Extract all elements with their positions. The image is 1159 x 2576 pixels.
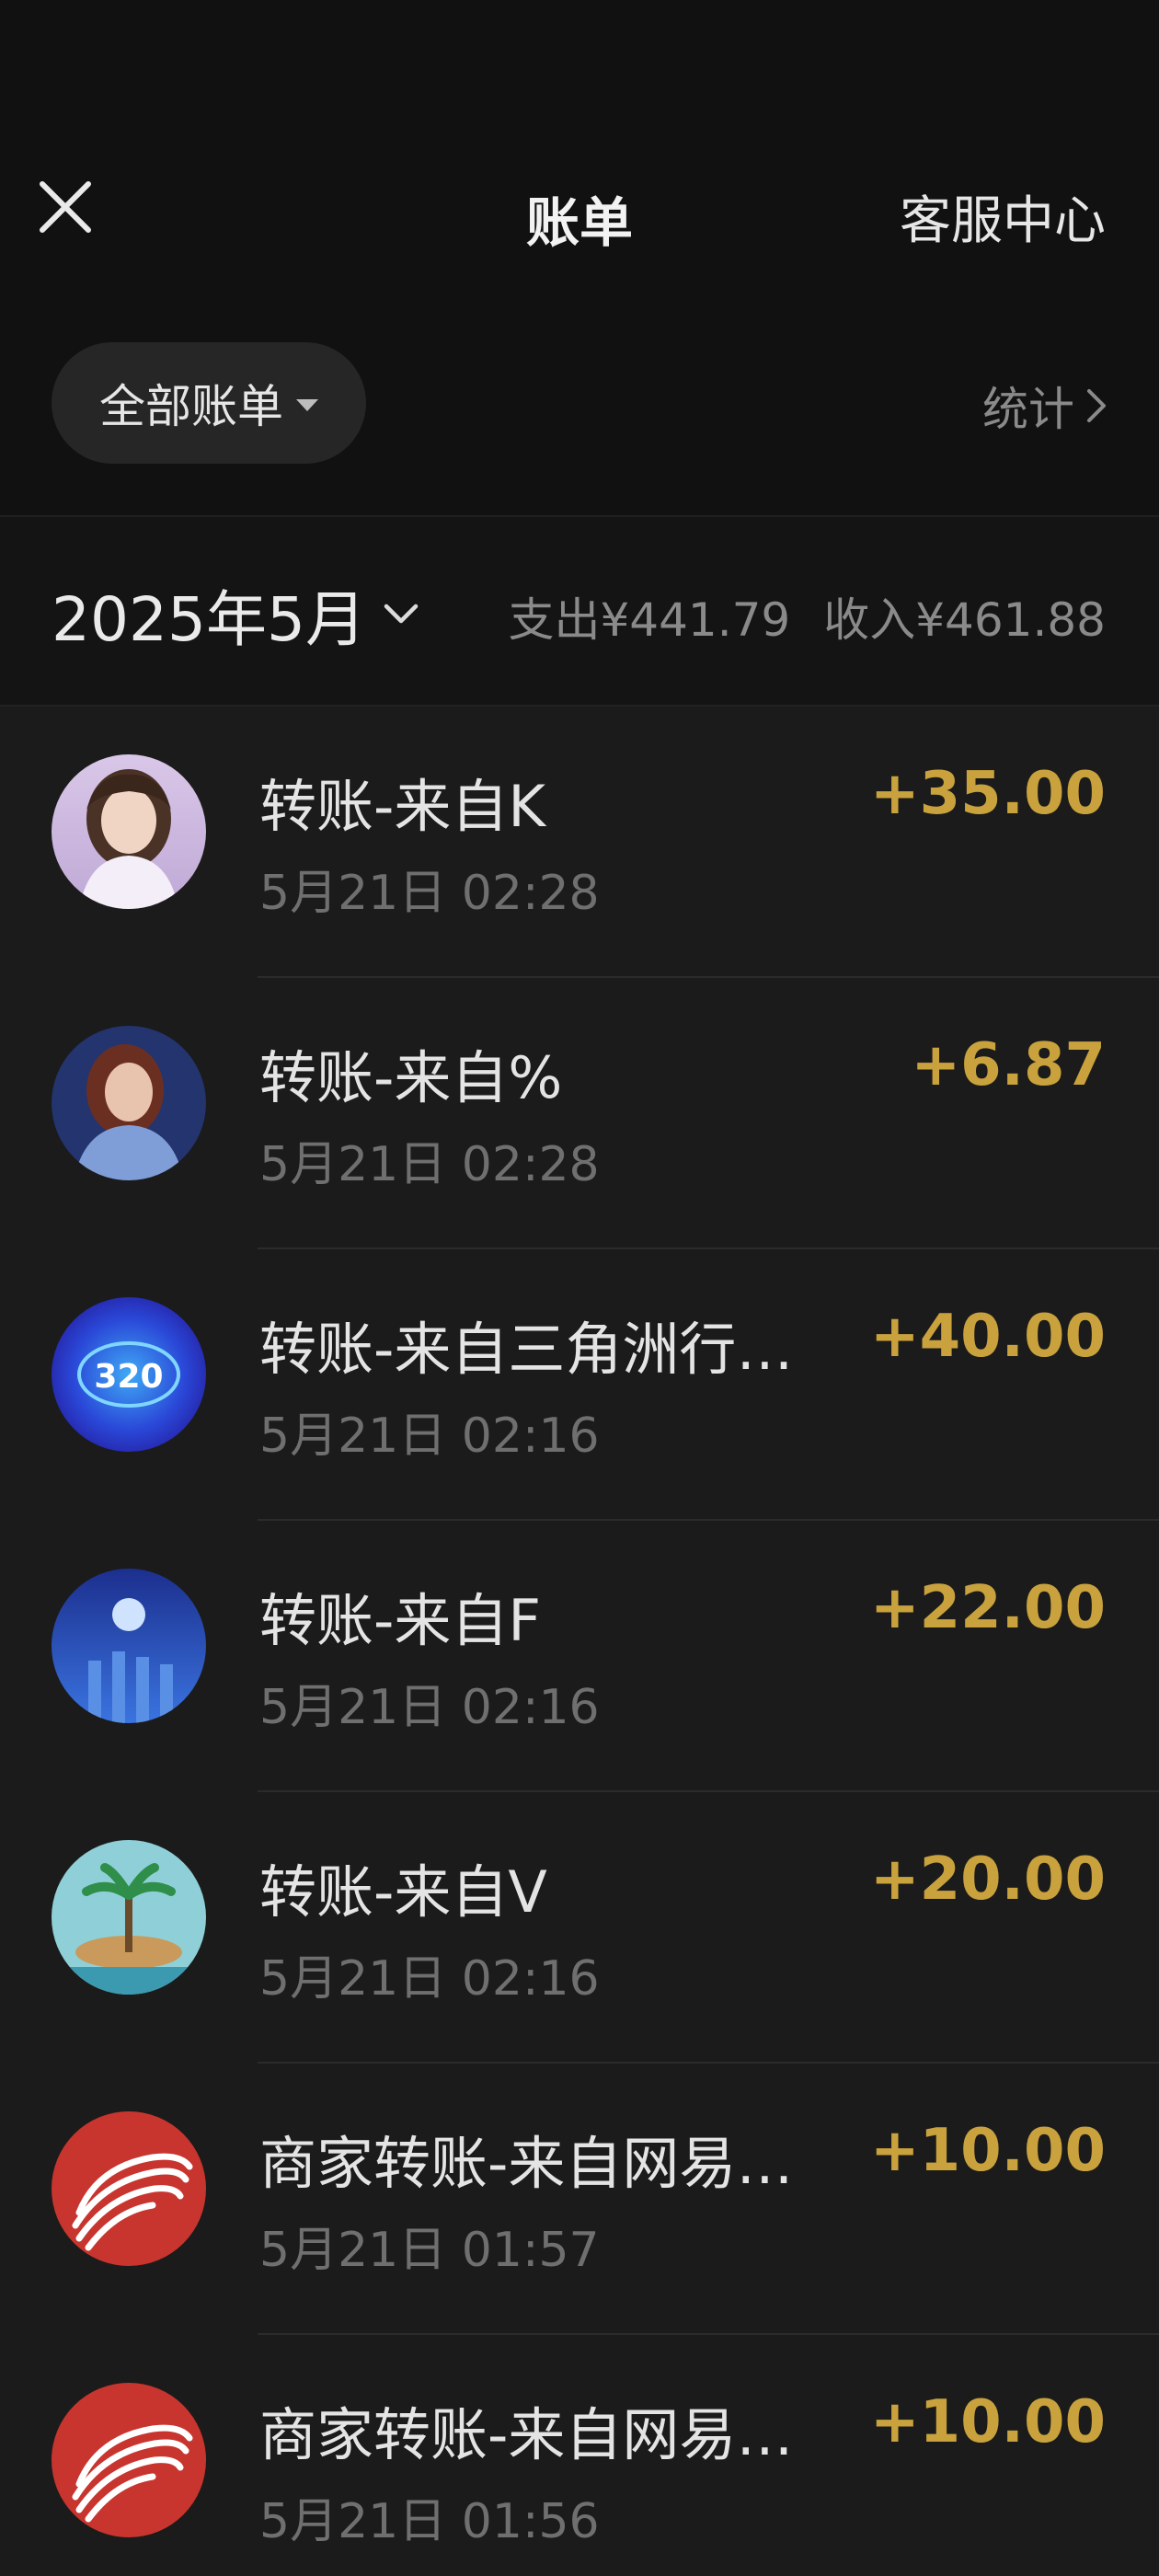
transaction-time: 5月21日 02:28 [259,1125,600,1194]
bill-filter-label: 全部账单 [99,370,283,436]
netease-logo-avatar [52,2111,206,2266]
portrait-woman-avatar [52,754,206,909]
blue-gauge-avatar: 320 [52,1297,206,1452]
transaction-amount: +10.00 [870,2388,1106,2456]
transaction-row[interactable]: 转账-来自% 5月21日 02:28 +6.87 [0,978,1159,1249]
caret-down-icon [296,399,318,411]
transaction-amount: +20.00 [870,1846,1106,1914]
transaction-row[interactable]: 商家转账-来自网易… 5月21日 01:56 +10.00 [0,2335,1159,2576]
chevron-down-icon [383,603,419,627]
transaction-list: 转账-来自K 5月21日 02:28 +35.00 转账-来自% 5月21日 0… [0,707,1159,2576]
statistics-link[interactable]: 统计 [982,373,1107,439]
night-moon-avatar [52,1569,206,1723]
transaction-time: 5月21日 02:16 [259,1668,600,1737]
transaction-time: 5月21日 01:57 [259,2211,600,2280]
transaction-title: 商家转账-来自网易… [259,2117,848,2200]
transaction-amount: +35.00 [870,760,1106,828]
transaction-row[interactable]: 转账-来自K 5月21日 02:28 +35.00 [0,707,1159,978]
transaction-title: 转账-来自K [259,760,848,843]
transaction-title: 转账-来自V [259,1846,848,1928]
monthly-summary: 支出¥441.79 收入¥461.88 [508,583,1106,650]
transaction-title: 转账-来自F [259,1574,848,1657]
transaction-time: 5月21日 01:56 [259,2482,600,2551]
header: 账单 客服中心 全部账单 统计 [0,0,1159,515]
statistics-label: 统计 [982,373,1074,439]
transaction-row[interactable]: 商家转账-来自网易… 5月21日 01:57 +10.00 [0,2064,1159,2335]
transaction-amount: +6.87 [911,1031,1106,1099]
chevron-right-icon [1085,387,1107,424]
transaction-time: 5月21日 02:28 [259,854,600,923]
avatar-number: 320 [94,1358,163,1396]
palm-island-avatar [52,1840,206,1995]
transaction-title: 商家转账-来自网易… [259,2388,848,2471]
month-selector[interactable]: 2025年5月 [52,570,419,659]
netease-logo-avatar [52,2383,206,2537]
customer-service-link[interactable]: 客服中心 [900,179,1106,254]
transaction-row[interactable]: 320 转账-来自三角洲行… 5月21日 02:16 +40.00 [0,1249,1159,1521]
transaction-amount: +40.00 [870,1303,1106,1371]
month-label: 2025年5月 [52,570,366,659]
transaction-row[interactable]: 转账-来自V 5月21日 02:16 +20.00 [0,1792,1159,2064]
transaction-amount: +22.00 [870,1574,1106,1642]
transaction-time: 5月21日 02:16 [259,1397,600,1466]
expense-total: 支出¥441.79 [508,583,790,650]
transaction-title: 转账-来自% [259,1031,848,1114]
transaction-row[interactable]: 转账-来自F 5月21日 02:16 +22.00 [0,1521,1159,1792]
portrait-woman-blue-avatar [52,1026,206,1180]
transaction-amount: +10.00 [870,2117,1106,2185]
income-total: 收入¥461.88 [823,583,1106,650]
transaction-time: 5月21日 02:16 [259,1939,600,2008]
month-bar: 2025年5月 支出¥441.79 收入¥461.88 [0,517,1159,705]
bill-filter-dropdown[interactable]: 全部账单 [52,342,366,464]
transaction-title: 转账-来自三角洲行… [259,1303,848,1386]
